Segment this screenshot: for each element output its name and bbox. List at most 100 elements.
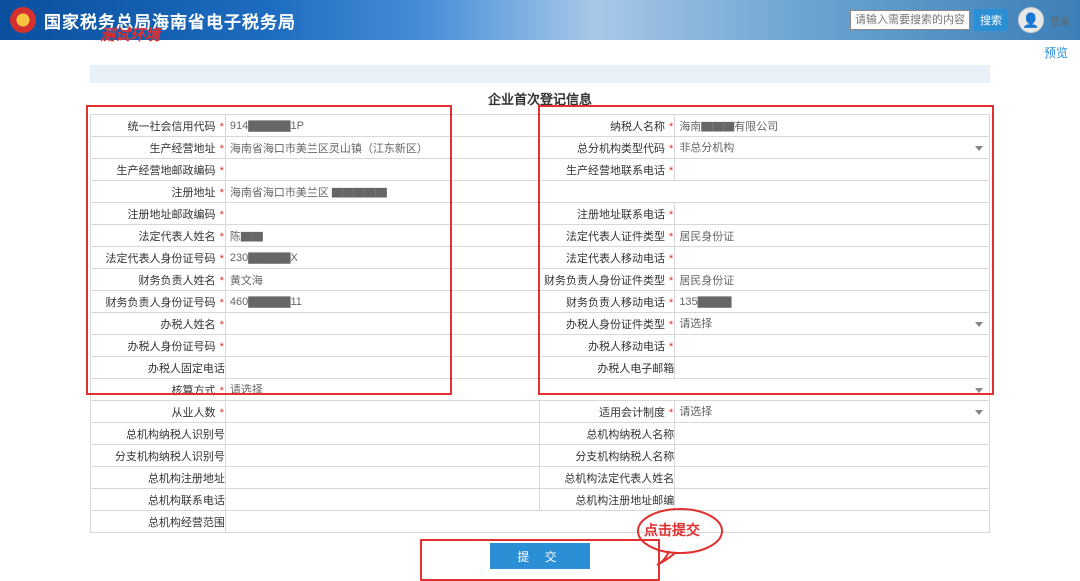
header-right: 搜索 👤 登录 xyxy=(850,7,1070,33)
field-label: 总机构经营范围 xyxy=(91,511,226,533)
field-label: 办税人固定电话 xyxy=(91,357,226,379)
field-label: 生产经营地址 * xyxy=(91,137,226,159)
form-row: 办税人固定电话办税人电子邮箱 xyxy=(91,357,990,379)
field-label: 分支机构纳税人识别号 xyxy=(91,445,226,467)
field-value xyxy=(225,203,540,225)
field-value xyxy=(225,115,540,137)
text-input[interactable] xyxy=(675,336,989,356)
form-row: 总机构经营范围 xyxy=(91,511,990,533)
text-input[interactable] xyxy=(675,468,989,488)
field-value xyxy=(675,445,990,467)
user-icon[interactable]: 👤 xyxy=(1018,7,1044,33)
field-value xyxy=(225,357,540,379)
field-label: 总机构法定代表人姓名 xyxy=(540,467,675,489)
field-value xyxy=(225,181,989,203)
text-input[interactable] xyxy=(226,512,989,532)
form-row: 总机构注册地址 总机构法定代表人姓名 xyxy=(91,467,990,489)
form-row: 财务负责人身份证号码 * 财务负责人移动电话 * xyxy=(91,291,990,313)
text-input[interactable] xyxy=(226,468,540,488)
text-input[interactable] xyxy=(226,182,989,202)
text-input[interactable] xyxy=(675,424,989,444)
text-input[interactable] xyxy=(675,204,989,224)
text-input[interactable] xyxy=(675,446,989,466)
field-value xyxy=(675,291,990,313)
text-input[interactable] xyxy=(226,138,540,158)
field-label: 分支机构纳税人名称 xyxy=(540,445,675,467)
field-label: 适用会计制度 * xyxy=(540,401,675,423)
form-row: 总机构联系电话总机构注册地址邮编 xyxy=(91,489,990,511)
text-input[interactable] xyxy=(675,270,989,290)
search-input[interactable] xyxy=(850,10,970,30)
field-label: 纳税人名称 * xyxy=(540,115,675,137)
select-input[interactable]: 非总分机构 xyxy=(675,138,989,158)
text-input[interactable] xyxy=(226,446,540,466)
field-value xyxy=(675,423,990,445)
field-value xyxy=(225,159,540,181)
field-label: 办税人姓名 * xyxy=(91,313,226,335)
field-value xyxy=(675,159,990,181)
field-value xyxy=(225,489,540,511)
field-value xyxy=(675,247,990,269)
text-input[interactable] xyxy=(226,270,540,290)
field-value xyxy=(225,335,540,357)
field-value xyxy=(675,335,990,357)
text-input[interactable] xyxy=(226,248,540,268)
submit-button[interactable]: 提 交 xyxy=(490,543,590,569)
text-input[interactable] xyxy=(675,160,989,180)
text-input[interactable] xyxy=(675,116,989,136)
field-label: 办税人移动电话 * xyxy=(540,335,675,357)
field-value xyxy=(225,269,540,291)
field-value xyxy=(675,115,990,137)
field-value: 请选择 xyxy=(225,379,989,401)
app-header: 国家税务总局海南省电子税务局 测试环境 搜索 👤 登录 xyxy=(0,0,1080,40)
form-row: 法定代表人身份证号码 *法定代表人移动电话 * xyxy=(91,247,990,269)
search-button[interactable]: 搜索 xyxy=(974,9,1008,31)
form-row: 注册地址邮政编码 *注册地址联系电话 * xyxy=(91,203,990,225)
text-input[interactable] xyxy=(226,292,540,312)
select-input[interactable]: 请选择 xyxy=(675,314,989,334)
text-input[interactable] xyxy=(226,358,540,378)
text-input[interactable] xyxy=(675,226,989,246)
field-label: 注册地址 * xyxy=(91,181,226,203)
text-input[interactable] xyxy=(226,402,540,422)
text-input[interactable] xyxy=(675,248,989,268)
form-grid: 统一社会信用代码 *纳税人名称 *生产经营地址 *总分机构类型代码 *非总分机构… xyxy=(90,114,990,533)
form-row: 生产经营地邮政编码 *生产经营地联系电话 * xyxy=(91,159,990,181)
text-input[interactable] xyxy=(226,336,540,356)
field-label: 财务负责人身份证号码 * xyxy=(91,291,226,313)
field-label: 法定代表人移动电话 * xyxy=(540,247,675,269)
field-value: 非总分机构 xyxy=(675,137,990,159)
preview-link[interactable]: 预览 xyxy=(1044,46,1068,60)
field-label: 办税人身份证号码 * xyxy=(91,335,226,357)
text-input[interactable] xyxy=(226,226,540,246)
text-input[interactable] xyxy=(226,314,540,334)
form-row: 注册地址 * xyxy=(91,181,990,203)
field-value xyxy=(675,203,990,225)
text-input[interactable] xyxy=(675,292,989,312)
field-label: 总机构注册地址 xyxy=(91,467,226,489)
form-row: 办税人身份证号码 * 办税人移动电话 * xyxy=(91,335,990,357)
field-label: 生产经营地联系电话 * xyxy=(540,159,675,181)
text-input[interactable] xyxy=(226,424,540,444)
select-input[interactable]: 请选择 xyxy=(226,380,989,400)
text-input[interactable] xyxy=(675,358,989,378)
form-row: 办税人姓名 *办税人身份证件类型 *请选择 xyxy=(91,313,990,335)
field-value xyxy=(225,401,540,423)
text-input[interactable] xyxy=(226,490,540,510)
field-label: 从业人数 * xyxy=(91,401,226,423)
form-row: 总机构纳税人识别号 总机构纳税人名称 xyxy=(91,423,990,445)
field-value xyxy=(225,291,540,313)
field-value xyxy=(675,489,990,511)
text-input[interactable] xyxy=(226,204,540,224)
field-label: 总机构纳税人识别号 xyxy=(91,423,226,445)
field-value xyxy=(675,269,990,291)
tax-emblem-icon xyxy=(10,7,36,33)
text-input[interactable] xyxy=(226,116,540,136)
field-label: 总机构纳税人名称 xyxy=(540,423,675,445)
login-link[interactable]: 登录 xyxy=(1050,13,1070,28)
text-input[interactable] xyxy=(675,490,989,510)
field-label: 财务负责人移动电话 * xyxy=(540,291,675,313)
text-input[interactable] xyxy=(226,160,540,180)
field-label: 核算方式 * xyxy=(91,379,226,401)
select-input[interactable]: 请选择 xyxy=(675,402,989,422)
